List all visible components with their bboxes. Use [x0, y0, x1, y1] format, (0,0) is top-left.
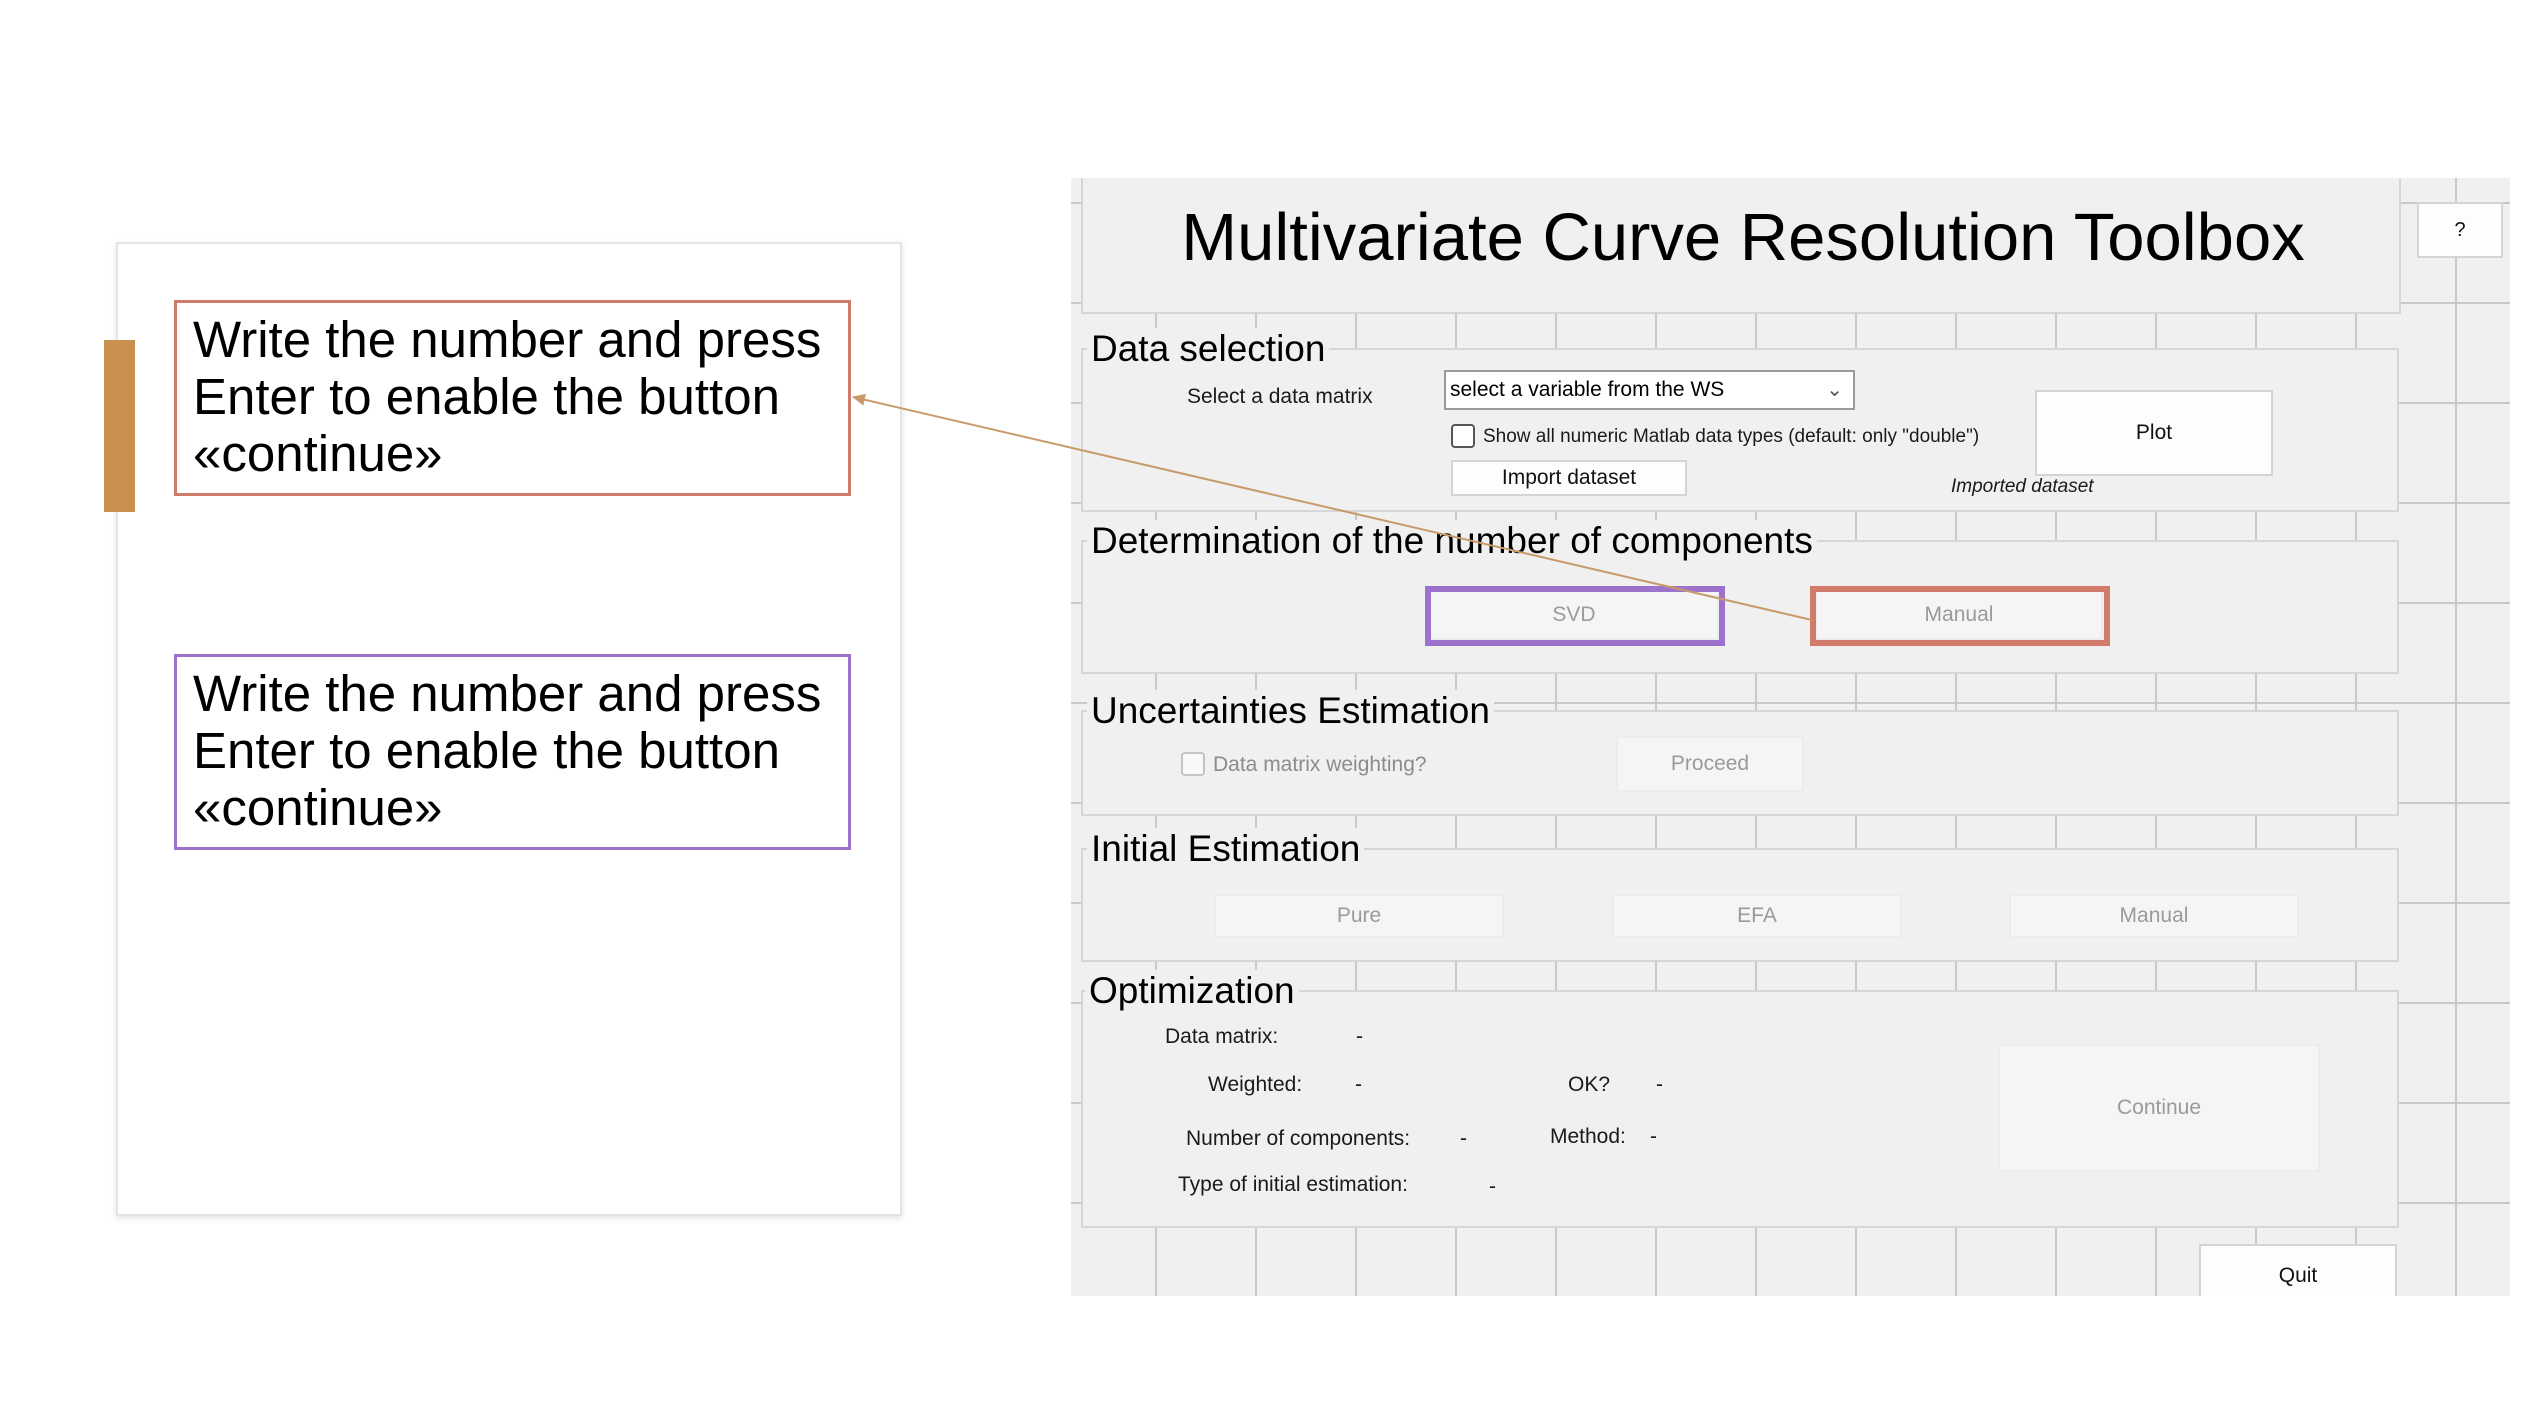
callout-arrow	[852, 393, 1813, 621]
